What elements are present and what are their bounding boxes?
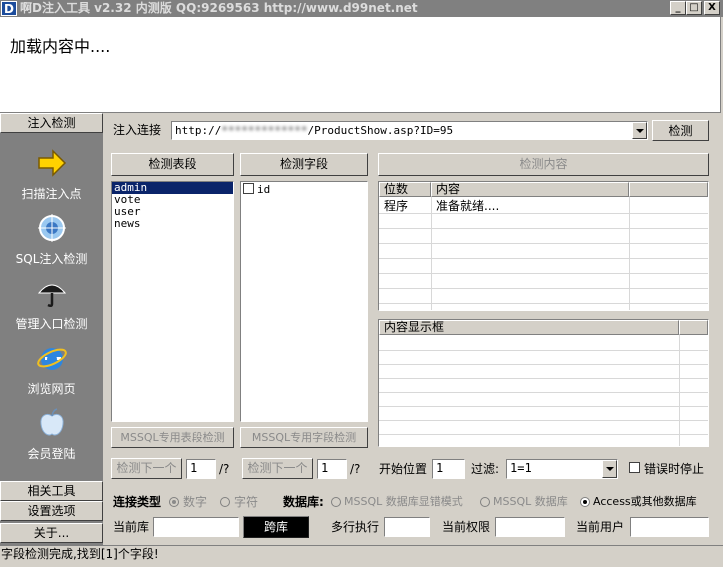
cross-db-button[interactable]: 跨库 (243, 516, 309, 538)
browser-pane[interactable]: 加载内容中.... (0, 17, 723, 113)
close-button[interactable]: X (704, 1, 720, 15)
sidebar-about[interactable]: 关于... (0, 523, 103, 543)
content-display[interactable]: 内容显示框 (378, 319, 709, 447)
sidebar: 注入检测 扫描注入点 SQL注入检测 管理入口检测 浏览网页 会员登陆 相关工具… (0, 113, 103, 545)
arrow-right-icon (38, 149, 67, 177)
tables-list[interactable]: admin vote user news (111, 181, 234, 422)
radio-mssql-label: MSSQL 数据库 (493, 495, 568, 508)
sidebar-item-admin-entry[interactable]: 管理入口检测 (0, 275, 103, 339)
radio-mssql-error[interactable] (331, 497, 341, 507)
status-text: 字段检测完成,找到[1]个字段! (1, 547, 159, 561)
radio-access[interactable] (580, 497, 590, 507)
sidebar-settings[interactable]: 设置选项 (0, 501, 103, 521)
title-bar: D 啊D注入工具 v2.32 内测版 QQ:9269563 http://www… (0, 0, 723, 17)
app-icon[interactable]: D (1, 1, 17, 16)
table-cell: 准备就绪.... (436, 199, 500, 213)
radio-numeric[interactable] (169, 497, 179, 507)
url-dropdown-arrow[interactable] (632, 122, 647, 139)
list-item[interactable]: news (112, 218, 233, 230)
column-header-blank[interactable] (679, 320, 708, 335)
stop-on-error-label: 错误时停止 (644, 462, 705, 476)
umbrella-icon (37, 284, 67, 308)
filter-dropdown-arrow[interactable] (602, 460, 617, 478)
url-masked: ************* (221, 124, 308, 137)
multi-exec-input[interactable] (384, 517, 430, 537)
sidebar-item-label: SQL注入检测 (15, 252, 88, 266)
window-title: 啊D注入工具 v2.32 内测版 QQ:9269563 http://www.d… (20, 1, 418, 15)
ie-icon (37, 348, 67, 370)
radio-mssql-error-label: MSSQL 数据库显错模式 (344, 495, 463, 508)
url-prefix: http:// (175, 124, 222, 137)
stop-on-error-checkbox[interactable] (629, 462, 640, 473)
next-table-button[interactable]: 检测下一个 (111, 458, 182, 479)
sidebar-item-label: 浏览网页 (27, 382, 76, 396)
current-priv-input[interactable] (495, 517, 565, 537)
sidebar-item-label: 扫描注入点 (21, 187, 82, 201)
fields-list[interactable]: id (240, 181, 368, 422)
field-count-suffix: /? (350, 462, 361, 476)
sidebar-tools[interactable]: 相关工具 (0, 481, 103, 501)
detect-fields-button[interactable]: 检测字段 (240, 153, 368, 176)
table-count-input[interactable]: 1 (186, 459, 216, 479)
injection-url-label: 注入连接 (113, 123, 162, 137)
maximize-button[interactable]: □ (686, 1, 702, 15)
mssql-fields-button[interactable]: MSSQL专用字段检测 (240, 427, 368, 448)
field-count-input[interactable]: 1 (317, 459, 347, 479)
start-position-input[interactable]: 1 (432, 459, 465, 479)
radio-mssql[interactable] (480, 497, 490, 507)
sidebar-item-browse[interactable]: 浏览网页 (0, 340, 103, 404)
sidebar-item-label: 会员登陆 (27, 447, 76, 461)
radio-char-label: 字符 (234, 495, 259, 509)
sidebar-header-injection[interactable]: 注入检测 (0, 113, 103, 133)
start-position-label: 开始位置 (379, 462, 428, 476)
sidebar-item-login[interactable]: 会员登陆 (0, 405, 103, 469)
status-bar: 字段检测完成,找到[1]个字段! (0, 545, 723, 567)
column-header[interactable]: 位数 (379, 182, 431, 197)
loading-text: 加载内容中.... (10, 37, 111, 56)
multi-exec-label: 多行执行 (331, 520, 380, 534)
connection-type-label: 连接类型 (113, 495, 162, 509)
current-db-label: 当前库 (113, 520, 150, 534)
table-cell: 程序 (384, 199, 409, 213)
url-suffix: /ProductShow.asp?ID=95 (307, 124, 454, 137)
sidebar-item-label: 管理入口检测 (15, 317, 88, 331)
radio-char[interactable] (220, 497, 230, 507)
sidebar-item-scan[interactable]: 扫描注入点 (0, 145, 103, 209)
injection-url-input[interactable]: http://*************/ProductShow.asp?ID=… (171, 121, 648, 140)
mssql-tables-button[interactable]: MSSQL专用表段检测 (111, 427, 234, 448)
current-user-label: 当前用户 (576, 520, 625, 534)
minimize-button[interactable]: _ (670, 1, 686, 15)
filter-label: 过滤: (471, 462, 500, 476)
table-count-suffix: /? (219, 462, 230, 476)
database-label: 数据库: (283, 495, 324, 509)
field-name: id (257, 183, 271, 196)
radio-access-label: Access或其他数据库 (593, 495, 697, 508)
apple-icon (40, 408, 64, 436)
list-item[interactable]: id (241, 182, 367, 196)
field-checkbox[interactable] (243, 183, 254, 194)
next-field-button[interactable]: 检测下一个 (242, 458, 313, 479)
detect-content-button[interactable]: 检测内容 (378, 153, 709, 176)
sidebar-item-sql[interactable]: SQL注入检测 (0, 210, 103, 274)
current-user-input[interactable] (630, 517, 709, 537)
column-header-blank[interactable] (629, 182, 708, 197)
content-table[interactable]: 位数 内容 程序 准备就绪.... (378, 181, 709, 311)
current-db-input[interactable] (153, 517, 239, 537)
current-priv-label: 当前权限 (442, 520, 491, 534)
column-header[interactable]: 内容显示框 (379, 320, 679, 335)
detect-button[interactable]: 检测 (652, 120, 709, 141)
column-header[interactable]: 内容 (431, 182, 629, 197)
globe-icon (38, 214, 66, 242)
radio-numeric-label: 数字 (183, 495, 208, 509)
detect-tables-button[interactable]: 检测表段 (111, 153, 234, 176)
